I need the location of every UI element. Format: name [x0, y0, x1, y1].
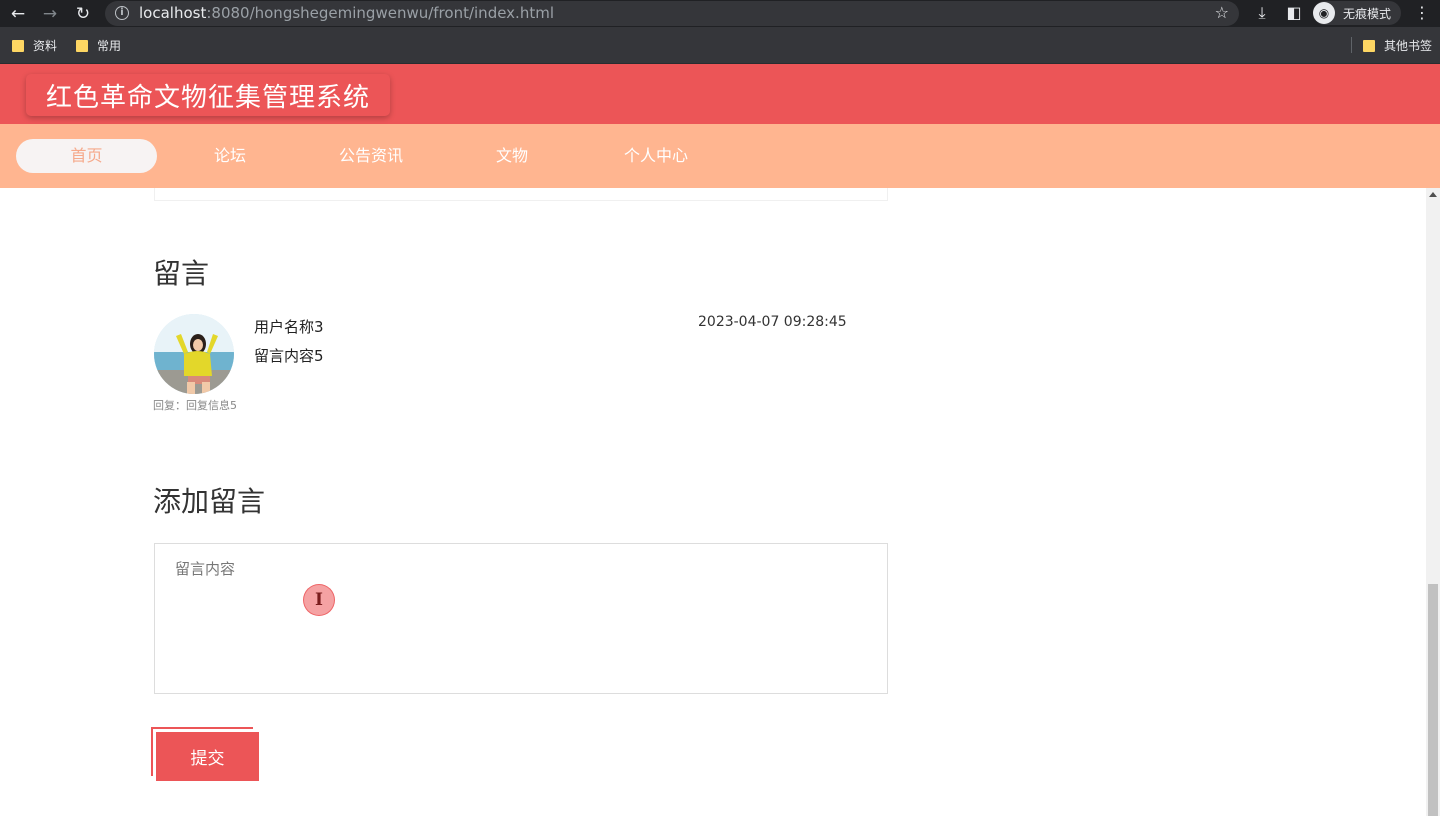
site-title-box: 红色革命文物征集管理系统 — [26, 74, 391, 116]
forward-icon[interactable]: → — [39, 3, 61, 25]
messages-heading: 留言 — [153, 257, 210, 290]
nav-home[interactable]: 首页 — [16, 139, 157, 173]
side-panel-icon[interactable]: ◧ — [1284, 3, 1304, 23]
message-time: 2023-04-07 09:28:45 — [698, 314, 847, 330]
address-bar[interactable]: i localhost:8080/hongshegemingwenwu/fron… — [105, 1, 1239, 26]
nav-personal-center[interactable]: 个人中心 — [606, 139, 706, 173]
message-content: 留言内容5 — [254, 347, 324, 365]
nav-forum[interactable]: 论坛 — [190, 139, 270, 173]
folder-icon — [76, 39, 88, 52]
site-header: 红色革命文物征集管理系统 — [0, 64, 1440, 124]
menu-icon[interactable]: ⋮ — [1412, 3, 1432, 23]
download-icon[interactable]: ⤓ — [1252, 3, 1272, 23]
submit-button[interactable]: 提交 — [156, 732, 259, 781]
message-reply: 回复：回复信息5 — [153, 399, 237, 412]
folder-icon — [1363, 39, 1375, 52]
browser-toolbar: ← → ↻ i localhost:8080/hongshegemingwenw… — [0, 0, 1440, 27]
bookmark-folder-resources[interactable]: 资料 — [12, 37, 57, 54]
bookmarks-bar: 资料 常用 其他书签 — [0, 27, 1440, 64]
folder-icon — [12, 39, 24, 52]
site-title: 红色革命文物征集管理系统 — [46, 82, 371, 113]
url-text: localhost:8080/hongshegemingwenwu/front/… — [139, 4, 554, 22]
incognito-badge[interactable]: ◉ 无痕模式 — [1313, 1, 1402, 25]
message-textarea[interactable] — [154, 543, 888, 694]
user-photo — [154, 314, 234, 394]
incognito-label: 无痕模式 — [1343, 6, 1392, 21]
main-nav: 首页 论坛 公告资讯 文物 个人中心 — [0, 124, 1440, 188]
other-bookmarks[interactable]: 其他书签 — [1363, 37, 1432, 54]
bookmark-folder-common[interactable]: 常用 — [76, 37, 121, 54]
text-cursor-icon: I — [303, 584, 335, 616]
add-message-heading: 添加留言 — [153, 485, 266, 518]
bookmark-separator — [1351, 37, 1352, 53]
reload-icon[interactable]: ↻ — [72, 3, 94, 25]
previous-section-edge — [154, 188, 888, 201]
scrollbar-thumb[interactable] — [1428, 584, 1438, 816]
page-scrollbar[interactable] — [1426, 188, 1440, 816]
nav-announcements[interactable]: 公告资讯 — [321, 139, 421, 173]
nav-relics[interactable]: 文物 — [472, 139, 552, 173]
back-icon[interactable]: ← — [7, 3, 29, 25]
bookmark-label: 资料 — [33, 39, 58, 53]
scroll-up-icon[interactable] — [1429, 192, 1437, 197]
bookmark-label: 其他书签 — [1384, 39, 1433, 53]
message-username: 用户名称3 — [254, 318, 324, 336]
avatar — [154, 314, 234, 394]
site-info-icon[interactable]: i — [115, 6, 129, 20]
incognito-icon: ◉ — [1313, 2, 1335, 24]
bookmark-star-icon[interactable]: ☆ — [1215, 3, 1229, 22]
submit-button-wrap: 提交 — [151, 727, 259, 781]
bookmark-label: 常用 — [97, 39, 122, 53]
